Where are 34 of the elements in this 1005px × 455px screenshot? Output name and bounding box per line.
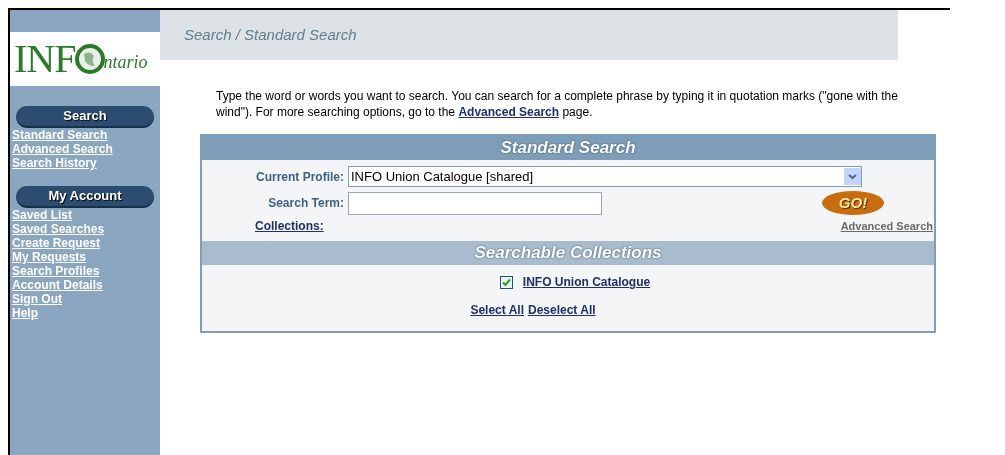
checkbox[interactable] [499, 275, 513, 289]
sidebar-link[interactable]: Saved List [12, 208, 73, 222]
go-button[interactable]: GO! [822, 191, 884, 215]
select-all-link[interactable]: Select All [470, 301, 524, 319]
sidebar-link[interactable]: Create Request [12, 236, 101, 250]
field-label: Current Profile: [255, 168, 344, 186]
section-heading: My Account [16, 186, 154, 208]
chevron-down-icon [844, 168, 861, 185]
profile-dropdown[interactable]: INFO Union Catalogue [shared] [348, 166, 862, 187]
sidebar-link[interactable]: My Requests [12, 250, 87, 264]
breadcrumb: Search / Standard Search [184, 24, 357, 45]
sidebar-link[interactable]: Help [12, 306, 38, 320]
globe-icon [75, 44, 106, 74]
logo-text: INF [14, 39, 76, 79]
logo-text: ntario [103, 53, 148, 71]
collections-link[interactable]: Collections: [255, 217, 324, 235]
advanced-search-link[interactable]: Advanced Search [458, 105, 560, 119]
sidebar-link[interactable]: Sign Out [12, 292, 62, 306]
search-term-field[interactable] [348, 191, 602, 215]
sidebar-link[interactable]: Advanced Search [12, 142, 113, 156]
section-heading: Search [16, 106, 154, 128]
panel-title: Searchable Collections [474, 242, 662, 265]
sidebar-link[interactable]: Standard Search [12, 128, 108, 142]
collection-link[interactable]: INFO Union Catalogue [522, 273, 651, 291]
sidebar-link[interactable]: Search Profiles [12, 264, 100, 278]
panel-title: Standard Search [500, 137, 636, 160]
sidebar-link[interactable]: Account Details [12, 278, 103, 292]
advanced-search-link[interactable]: Advanced Search [840, 217, 933, 235]
sidebar-link[interactable]: Saved Searches [12, 222, 105, 236]
deselect-all-link[interactable]: Deselect All [528, 301, 596, 319]
intro-text: Type the word or words you want to search. You can search for a complete phrase by typing it in quotation marks ("gone with the wind"). For more searching options, go to the Advanced Search page. [216, 88, 899, 120]
field-label: Search Term: [267, 195, 344, 212]
dropdown-value: INFO Union Catalogue [shared] [350, 167, 534, 186]
sidebar-link[interactable]: Search History [12, 156, 97, 170]
